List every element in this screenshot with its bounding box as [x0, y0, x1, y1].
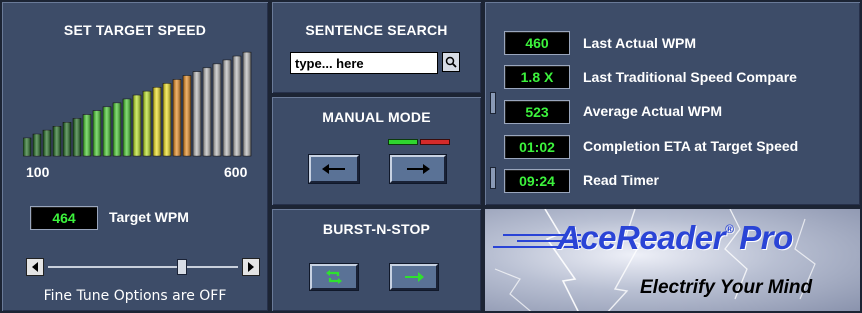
fine-tune-status: Fine Tune Options are OFF — [43, 288, 227, 304]
meter-bar-shade — [73, 118, 81, 156]
meter-bar-shade — [223, 60, 231, 156]
completion-eta-label: Completion ETA at Target Speed — [583, 138, 799, 154]
slider-right-button[interactable] — [242, 258, 260, 276]
meter-bar-shade — [123, 99, 131, 156]
average-actual-wpm-display: 523 — [504, 100, 570, 124]
speed-meter[interactable] — [23, 46, 253, 166]
meter-bar-shade — [83, 114, 91, 156]
meter-bar-shade — [43, 130, 51, 156]
meter-bar-shade — [23, 138, 31, 156]
read-timer-label: Read Timer — [583, 172, 659, 188]
target-speed-panel: SET TARGET SPEED 100 600 464 Target WPM … — [0, 0, 270, 313]
completion-eta-display: 01:02 — [504, 135, 570, 159]
manual-mode-title: MANUAL MODE — [322, 109, 431, 125]
slider-track[interactable] — [48, 266, 238, 268]
meter-bar-shade — [213, 63, 221, 156]
meter-bar-shade — [173, 79, 181, 156]
meter-bar-shade — [33, 134, 41, 156]
meter-bar-shade — [113, 102, 121, 156]
last-actual-wpm-display: 460 — [504, 31, 570, 55]
brand-logo-pro: Pro — [739, 219, 793, 256]
speed-compare-label: Last Traditional Speed Compare — [583, 69, 797, 85]
meter-bar-shade — [193, 71, 201, 156]
manual-indicator-red — [420, 139, 450, 145]
read-timer-display: 09:24 — [504, 169, 570, 193]
meter-bar-shade — [163, 83, 171, 156]
triangle-left-icon — [32, 262, 38, 272]
loop-arrow-icon — [326, 270, 342, 284]
burst-forward-button[interactable] — [390, 264, 438, 290]
meter-bar-shade — [243, 52, 251, 157]
triangle-right-icon — [248, 262, 254, 272]
sentence-search-title: SENTENCE SEARCH — [305, 22, 448, 38]
reading-stats-panel: 460 Last Actual WPM 1.8 X Last Tradition… — [483, 0, 862, 207]
meter-bar-shade — [93, 110, 101, 156]
brand-logo: AceReader® Pro — [557, 219, 793, 257]
meter-bar-shade — [103, 106, 111, 156]
meter-bar-shade — [143, 91, 151, 156]
manual-forward-button[interactable] — [390, 155, 446, 183]
arrow-right-icon — [405, 272, 424, 282]
sentence-search-panel: SENTENCE SEARCH — [270, 0, 483, 95]
target-speed-title: SET TARGET SPEED — [63, 22, 207, 38]
arrow-right-icon — [407, 164, 430, 174]
target-wpm-label: Target WPM — [109, 209, 189, 225]
target-wpm-display: 464 — [30, 206, 98, 230]
slider-left-button[interactable] — [26, 258, 44, 276]
brand-logo-reg: ® — [724, 222, 734, 236]
brand-tagline: Electrify Your Mind — [640, 277, 813, 298]
meter-bar-shade — [183, 75, 191, 156]
stat-marker — [490, 167, 496, 189]
meter-bar-shade — [133, 95, 141, 156]
arrow-left-icon — [322, 164, 345, 174]
meter-bar-shade — [153, 87, 161, 156]
search-button[interactable] — [442, 52, 460, 72]
manual-back-button[interactable] — [309, 155, 359, 183]
sentence-search-input[interactable] — [290, 52, 438, 74]
range-min-label: 100 — [26, 164, 50, 180]
meter-bar-shade — [53, 126, 61, 156]
manual-indicator-green — [388, 139, 418, 145]
range-max-label: 600 — [224, 164, 248, 180]
meter-bar-shade — [233, 56, 241, 156]
magnifier-icon — [445, 56, 457, 68]
speed-compare-display: 1.8 X — [504, 65, 570, 89]
meter-bar-shade — [63, 122, 71, 156]
brand-logo-main: AceReader — [557, 219, 725, 256]
average-actual-wpm-label: Average Actual WPM — [583, 103, 722, 119]
burst-loop-button[interactable] — [310, 264, 358, 290]
burst-n-stop-panel: BURST-N-STOP — [270, 207, 483, 313]
last-actual-wpm-label: Last Actual WPM — [583, 35, 697, 51]
manual-mode-panel: MANUAL MODE — [270, 95, 483, 207]
brand-panel: AceReader® Pro Electrify Your Mind — [483, 207, 862, 313]
slider-thumb[interactable] — [177, 259, 187, 275]
fine-tune-slider[interactable] — [26, 258, 260, 276]
burst-n-stop-title: BURST-N-STOP — [322, 221, 431, 237]
meter-bar-shade — [203, 67, 211, 156]
stat-marker — [490, 92, 496, 114]
